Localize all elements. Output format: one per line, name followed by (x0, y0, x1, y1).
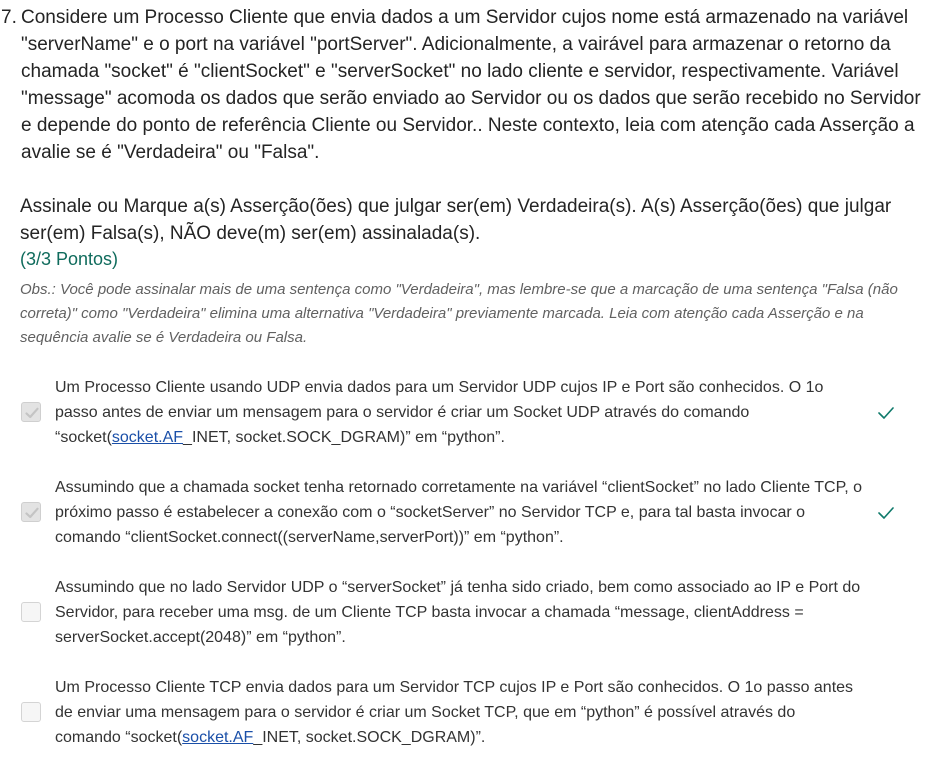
question-instruction: Assinale ou Marque a(s) Asserção(ões) qu… (20, 196, 892, 244)
question-number: 7. (1, 7, 17, 28)
option-1-text-end: _INET, socket.SOCK_DGRAM)” em “python”. (183, 429, 505, 446)
socket-af-link[interactable]: socket.AF (182, 729, 253, 746)
checkmark-icon (25, 407, 39, 419)
option-3[interactable]: Assumindo que no lado Servidor UDP o “se… (0, 575, 932, 675)
option-2-checkbox[interactable] (21, 502, 41, 522)
option-4-text-end: _INET, socket.SOCK_DGRAM)”. (253, 729, 486, 746)
options-list: Um Processo Cliente usando UDP envia dad… (0, 375, 932, 775)
points-label: (3/3 Pontos) (20, 249, 119, 269)
option-1[interactable]: Um Processo Cliente usando UDP envia dad… (0, 375, 932, 475)
checkmark-icon (25, 507, 39, 519)
option-3-text: Assumindo que no lado Servidor UDP o “se… (55, 579, 861, 646)
option-1-text: Um Processo Cliente usando UDP envia dad… (55, 375, 865, 450)
question-text: Considere um Processo Cliente que envia … (21, 7, 921, 163)
option-3-checkbox[interactable] (21, 602, 41, 622)
question-block: 7. Considere um Processo Cliente que env… (0, 4, 932, 350)
option-4[interactable]: Um Processo Cliente TCP envia dados para… (0, 675, 932, 775)
observation-note: Obs.: Você pode assinalar mais de uma se… (20, 281, 898, 346)
socket-af-link[interactable]: socket.AF (112, 429, 183, 446)
option-4-checkbox[interactable] (21, 702, 41, 722)
correct-check-icon (878, 407, 894, 419)
option-1-checkbox[interactable] (21, 402, 41, 422)
correct-check-icon (878, 507, 894, 519)
option-2-text: Assumindo que a chamada socket tenha ret… (55, 479, 862, 546)
option-4-text: Um Processo Cliente TCP envia dados para… (55, 675, 865, 750)
option-2[interactable]: Assumindo que a chamada socket tenha ret… (0, 475, 932, 575)
question-header: 7. Considere um Processo Cliente que env… (0, 4, 932, 166)
